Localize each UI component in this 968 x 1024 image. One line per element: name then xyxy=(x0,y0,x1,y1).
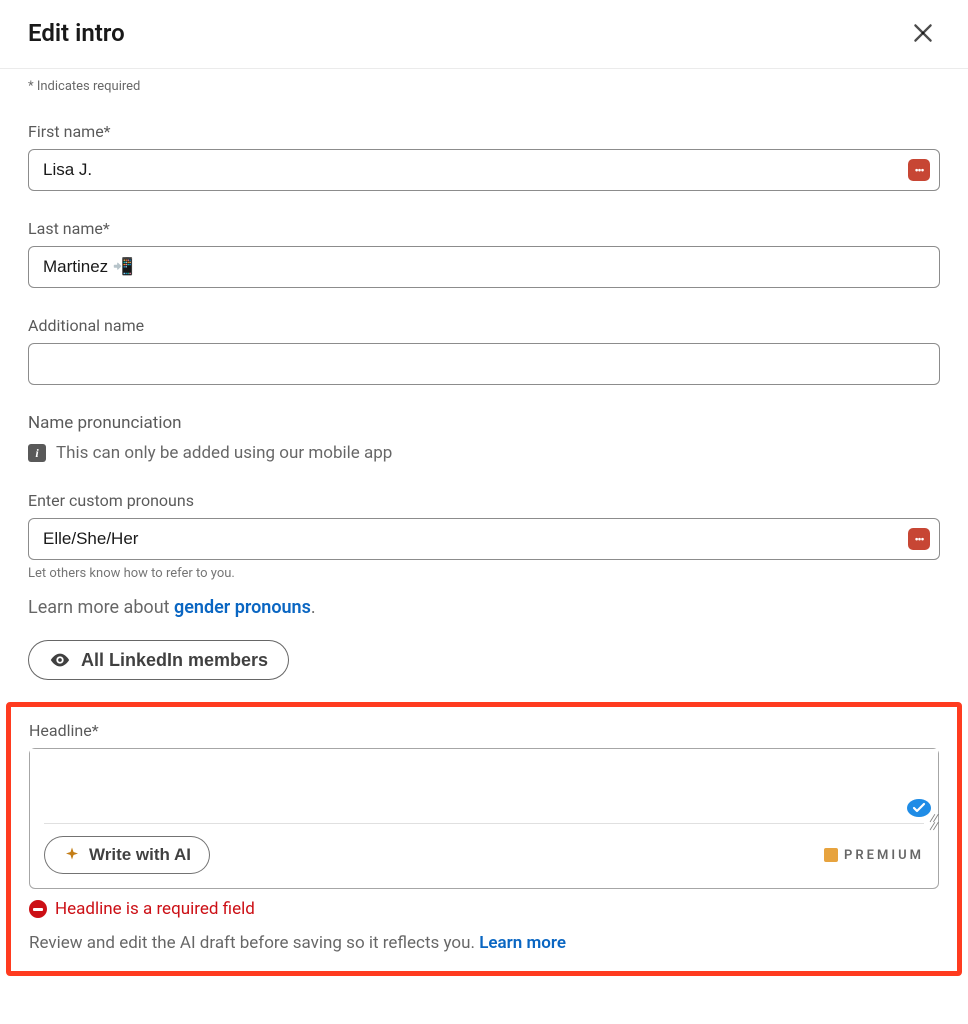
headline-container: ⁄⁄⁄⁄ Write with AI PREMIUM xyxy=(29,748,939,889)
ai-learn-more-link[interactable]: Learn more xyxy=(479,933,566,953)
grammar-check-icon[interactable] xyxy=(906,795,932,821)
first-name-input[interactable] xyxy=(28,149,940,191)
last-name-label: Last name* xyxy=(28,219,940,238)
premium-icon xyxy=(824,848,838,862)
password-extension-icon[interactable]: ••• xyxy=(908,159,930,181)
ai-review-note: Review and edit the AI draft before savi… xyxy=(29,933,939,953)
write-with-ai-button[interactable]: Write with AI xyxy=(44,836,210,874)
additional-name-label: Additional name xyxy=(28,316,940,335)
password-extension-icon[interactable]: ••• xyxy=(908,528,930,550)
pronouns-label: Enter custom pronouns xyxy=(28,491,940,510)
headline-footer: Write with AI PREMIUM xyxy=(30,824,938,888)
pronouns-input[interactable] xyxy=(28,518,940,560)
headline-section-highlight: Headline* ⁄⁄⁄⁄ Write with AI PREMIUM Hea… xyxy=(6,702,962,976)
modal-content: * Indicates required First name* ••• Las… xyxy=(0,69,968,680)
gender-pronouns-link[interactable]: gender pronouns xyxy=(174,597,311,618)
visibility-selector[interactable]: All LinkedIn members xyxy=(28,640,289,680)
ai-button-label: Write with AI xyxy=(89,845,191,865)
headline-label: Headline* xyxy=(29,721,939,740)
last-name-group: Last name* xyxy=(28,219,940,288)
premium-label: PREMIUM xyxy=(844,848,924,863)
last-name-input[interactable] xyxy=(28,246,940,288)
headline-error: Headline is a required field xyxy=(29,899,939,919)
premium-badge: PREMIUM xyxy=(824,848,924,863)
additional-name-group: Additional name xyxy=(28,316,940,385)
modal-header: Edit intro xyxy=(0,0,968,69)
eye-icon xyxy=(49,649,71,671)
visibility-label: All LinkedIn members xyxy=(81,650,268,671)
pronunciation-info-text: This can only be added using our mobile … xyxy=(56,443,392,463)
additional-name-input[interactable] xyxy=(28,343,940,385)
pronouns-helper: Let others know how to refer to you. xyxy=(28,566,940,581)
info-icon: i xyxy=(28,444,46,462)
first-name-group: First name* ••• xyxy=(28,122,940,191)
pronunciation-label: Name pronunciation xyxy=(28,413,940,433)
pronouns-group: Enter custom pronouns ••• Let others kno… xyxy=(28,491,940,680)
headline-input[interactable] xyxy=(30,749,938,819)
pronouns-learn-more: Learn more about gender pronouns. xyxy=(28,597,940,618)
modal-title: Edit intro xyxy=(28,19,125,47)
sparkle-icon xyxy=(63,846,81,864)
close-icon xyxy=(910,20,936,46)
first-name-label: First name* xyxy=(28,122,940,141)
error-icon xyxy=(29,900,47,918)
headline-error-text: Headline is a required field xyxy=(55,899,255,919)
pronunciation-info: i This can only be added using our mobil… xyxy=(28,443,940,463)
close-button[interactable] xyxy=(906,16,940,50)
pronunciation-section: Name pronunciation i This can only be ad… xyxy=(28,413,940,463)
required-indicator-note: * Indicates required xyxy=(28,79,940,94)
